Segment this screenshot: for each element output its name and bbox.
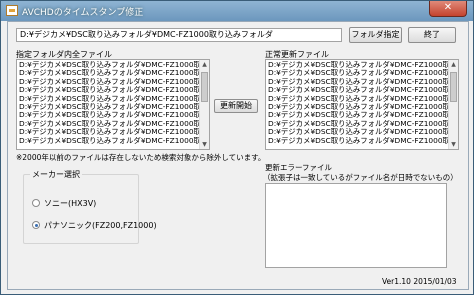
all-files-items: D:¥デジカメ¥DSC取り込みフォルダ¥DMC-FZ1000取り込みフD:¥デジ… (19, 61, 199, 145)
list-item[interactable]: D:¥デジカメ¥DSC取り込みフォルダ¥DMC-FZ1000取り込みフ (19, 111, 199, 119)
radio-sony[interactable] (32, 199, 40, 207)
window-title: AVCHDのタイムスタンプ修正 (22, 8, 144, 18)
list-item[interactable]: D:¥デジカメ¥DSC取り込みフォルダ¥DMC-FZ1000取り込みフ (268, 78, 448, 86)
scroll-thumb[interactable] (450, 72, 457, 102)
select-folder-button[interactable]: フォルダ指定 (349, 27, 402, 43)
list-item[interactable]: D:¥デジカメ¥DSC取り込みフォルダ¥DMC-FZ1000取り込みフ (268, 103, 448, 111)
all-files-scrollbar[interactable]: ▲ ▼ (199, 60, 209, 149)
list-item[interactable]: D:¥デジカメ¥DSC取り込みフォルダ¥DMC-FZ1000取り込みフ (19, 103, 199, 111)
maker-select-group: メーカー選択 ソニー(HX3V) パナソニック(FZ200,FZ1000) (23, 169, 157, 244)
scroll-down-icon[interactable]: ▼ (449, 140, 458, 149)
list-item[interactable]: D:¥デジカメ¥DSC取り込みフォルダ¥DMC-FZ1000取り込みフ (268, 128, 448, 136)
title-bar[interactable]: AVCHDのタイムスタンプ修正 ✕ (1, 1, 473, 21)
exit-button[interactable]: 終了 (408, 27, 456, 43)
app-folder-icon (6, 5, 18, 16)
list-item[interactable]: D:¥デジカメ¥DSC取り込みフォルダ¥DMC-FZ1000取り込みフ (19, 120, 199, 128)
radio-panasonic[interactable] (32, 221, 40, 229)
list-item[interactable]: D:¥デジカメ¥DSC取り込みフォルダ¥DMC-FZ1000取り込みフ (268, 120, 448, 128)
radio-panasonic-label[interactable]: パナソニック(FZ200,FZ1000) (44, 220, 157, 231)
list-item[interactable]: D:¥デジカメ¥DSC取り込みフォルダ¥DMC-FZ1000取り込みフ (19, 69, 199, 77)
list-item[interactable]: D:¥デジカメ¥DSC取り込みフォルダ¥DMC-FZ1000取り込みフ (268, 111, 448, 119)
scroll-up-icon[interactable]: ▲ (200, 60, 209, 69)
list-item[interactable]: D:¥デジカメ¥DSC取り込みフォルダ¥DMC-FZ1000取り込みフ (19, 137, 199, 145)
start-update-button[interactable]: 更新開始 (214, 99, 258, 113)
maker-group-title: メーカー選択 (30, 169, 82, 180)
scroll-up-icon[interactable]: ▲ (449, 60, 458, 69)
scroll-thumb[interactable] (201, 72, 208, 102)
success-files-listbox[interactable]: D:¥デジカメ¥DSC取り込みフォルダ¥DMC-FZ1000取り込みフD:¥デジ… (265, 59, 459, 150)
radio-sony-label[interactable]: ソニー(HX3V) (44, 198, 96, 209)
success-files-items: D:¥デジカメ¥DSC取り込みフォルダ¥DMC-FZ1000取り込みフD:¥デジ… (268, 61, 448, 145)
folder-path-input[interactable]: D:¥デジカメ¥DSC取り込みフォルダ¥DMC-FZ1000取り込みフォルダ (16, 28, 342, 42)
app-window: AVCHDのタイムスタンプ修正 ✕ D:¥デジカメ¥DSC取り込みフォルダ¥DM… (0, 0, 474, 295)
all-files-listbox[interactable]: D:¥デジカメ¥DSC取り込みフォルダ¥DMC-FZ1000取り込みフD:¥デジ… (16, 59, 210, 150)
error-files-textbox[interactable] (265, 183, 447, 268)
list-item[interactable]: D:¥デジカメ¥DSC取り込みフォルダ¥DMC-FZ1000取り込みフ (268, 61, 448, 69)
client-area: D:¥デジカメ¥DSC取り込みフォルダ¥DMC-FZ1000取り込みフォルダ フ… (7, 21, 469, 290)
exclusion-note: ※2000年以前のファイルは存在しないため検索対象から除外しています。 (16, 153, 266, 162)
list-item[interactable]: D:¥デジカメ¥DSC取り込みフォルダ¥DMC-FZ1000取り込みフ (19, 86, 199, 94)
list-item[interactable]: D:¥デジカメ¥DSC取り込みフォルダ¥DMC-FZ1000取り込みフ (19, 128, 199, 136)
success-files-scrollbar[interactable]: ▲ ▼ (448, 60, 458, 149)
list-item[interactable]: D:¥デジカメ¥DSC取り込みフォルダ¥DMC-FZ1000取り込みフ (268, 137, 448, 145)
list-item[interactable]: D:¥デジカメ¥DSC取り込みフォルダ¥DMC-FZ1000取り込みフ (19, 95, 199, 103)
version-label: Ver1.10 2015/01/03 (382, 277, 457, 286)
list-item[interactable]: D:¥デジカメ¥DSC取り込みフォルダ¥DMC-FZ1000取り込みフ (19, 78, 199, 86)
list-item[interactable]: D:¥デジカメ¥DSC取り込みフォルダ¥DMC-FZ1000取り込みフ (268, 95, 448, 103)
list-item[interactable]: D:¥デジカメ¥DSC取り込みフォルダ¥DMC-FZ1000取り込みフ (268, 86, 448, 94)
error-files-sublabel: （拡張子は一致しているがファイル名が日時でないもの） (263, 173, 458, 182)
list-item[interactable]: D:¥デジカメ¥DSC取り込みフォルダ¥DMC-FZ1000取り込みフ (19, 61, 199, 69)
close-window-button[interactable]: ✕ (429, 1, 467, 17)
list-item[interactable]: D:¥デジカメ¥DSC取り込みフォルダ¥DMC-FZ1000取り込みフ (268, 69, 448, 77)
scroll-down-icon[interactable]: ▼ (200, 140, 209, 149)
